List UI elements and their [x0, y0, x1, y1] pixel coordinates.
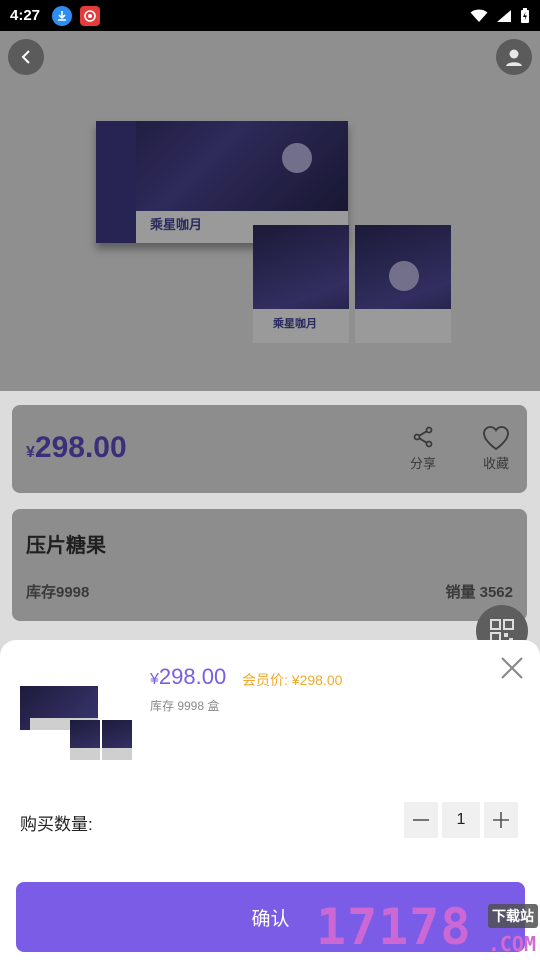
- product-image: 乘星咖月 乘星咖月: [0, 31, 540, 391]
- close-button[interactable]: [500, 656, 524, 680]
- status-time: 4:27: [10, 7, 41, 24]
- product-title: 压片糖果: [26, 535, 106, 557]
- box-logo: 乘星咖月: [150, 217, 203, 232]
- sachet-image: 乘星咖月: [253, 225, 349, 343]
- member-price: 会员价: ¥298.00: [242, 672, 343, 688]
- battery-icon: [520, 7, 530, 24]
- chevron-left-icon: [21, 50, 30, 64]
- close-icon: [501, 657, 523, 679]
- share-button[interactable]: 分享: [410, 425, 436, 472]
- product-price: ¥298.00: [26, 431, 127, 464]
- news-app-icon: [80, 5, 101, 26]
- share-icon: [413, 426, 433, 448]
- favorite-label: 收藏: [482, 456, 509, 471]
- wifi-icon: [470, 9, 488, 23]
- stock-count: 库存9998: [26, 584, 90, 601]
- sales-count: 销量 3562: [445, 584, 513, 601]
- quantity-stepper: 1: [404, 802, 518, 838]
- product-thumbnail: [20, 686, 132, 760]
- download-icon: [52, 5, 73, 26]
- plus-icon: [493, 812, 509, 828]
- back-button[interactable]: [8, 39, 44, 75]
- confirm-button[interactable]: 确认: [16, 882, 525, 952]
- user-button[interactable]: [496, 39, 532, 75]
- product-info-card: 压片糖果 库存9998 销量 3562: [12, 509, 527, 621]
- increase-button[interactable]: [484, 802, 518, 838]
- status-bar: 4:27: [0, 0, 540, 31]
- minus-icon: [413, 819, 429, 821]
- user-icon: [506, 49, 522, 66]
- signal-icon: [496, 9, 512, 23]
- price-card: ¥298.00 分享 收藏: [12, 405, 527, 493]
- decrease-button[interactable]: [404, 802, 438, 838]
- quantity-input[interactable]: 1: [442, 802, 480, 838]
- purchase-sheet: ¥298.00 会员价: ¥298.00 库存 9998 盒 购买数量: 1 确…: [0, 640, 540, 960]
- favorite-button[interactable]: 收藏: [482, 425, 510, 472]
- share-label: 分享: [410, 456, 437, 471]
- quantity-label: 购买数量:: [20, 815, 93, 834]
- heart-icon: [483, 426, 509, 451]
- sachet-logo: 乘星咖月: [273, 318, 317, 330]
- sheet-stock: 库存 9998 盒: [150, 699, 220, 713]
- sachet-image: [355, 225, 451, 343]
- sheet-price: ¥298.00: [150, 664, 227, 689]
